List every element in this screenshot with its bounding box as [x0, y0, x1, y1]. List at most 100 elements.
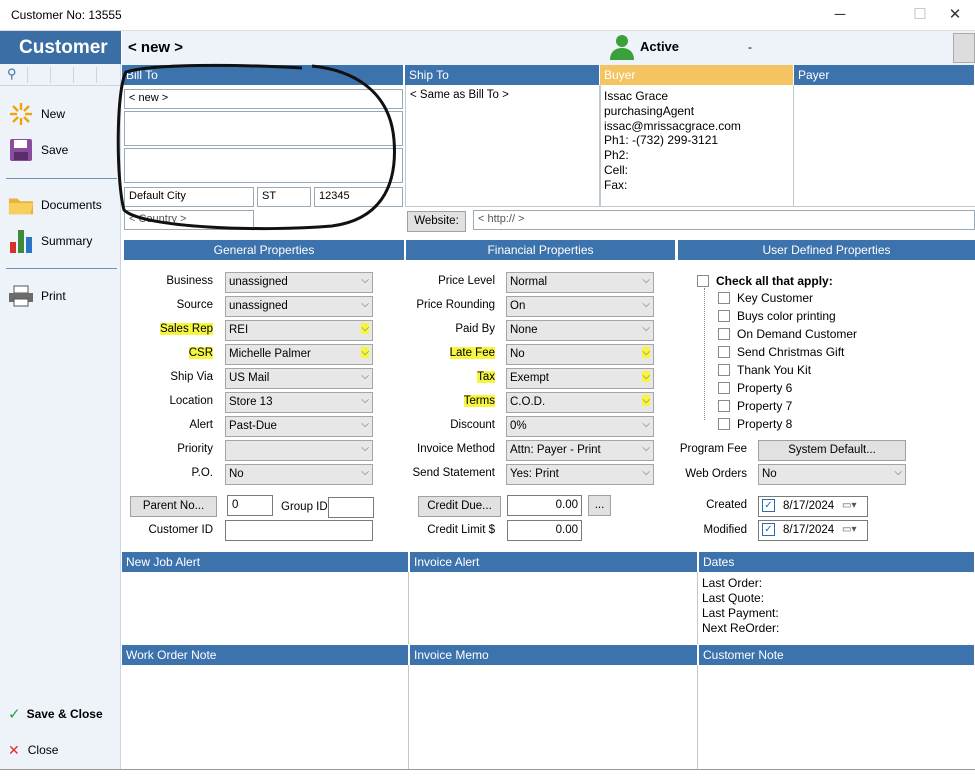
- udp-checkbox[interactable]: [718, 418, 730, 430]
- paid-by-label: Paid By: [455, 323, 495, 335]
- udp-checkbox[interactable]: [718, 400, 730, 412]
- close-window-button[interactable]: ✕: [940, 4, 970, 26]
- flag-icon[interactable]: [953, 33, 975, 63]
- search-icon[interactable]: ⚲: [7, 66, 17, 82]
- udp-checkbox[interactable]: [718, 292, 730, 304]
- print-button[interactable]: Print: [8, 283, 66, 309]
- calendar-icon[interactable]: ▭▾: [842, 524, 856, 535]
- close-label: Close: [27, 743, 59, 757]
- created-label: Created: [706, 499, 747, 511]
- tax-select[interactable]: Exempt ⌵: [506, 368, 654, 389]
- udp-checkbox[interactable]: [718, 346, 730, 358]
- check-all-checkbox[interactable]: [697, 275, 709, 287]
- udp-label: Thank You Kit: [737, 363, 812, 377]
- buyer-line: Issac Grace: [604, 89, 669, 103]
- close-button[interactable]: ✕ Close: [8, 737, 58, 763]
- invoice-alert-text[interactable]: [410, 572, 698, 644]
- credit-due-button[interactable]: Credit Due...: [418, 496, 501, 517]
- next-reorder-label: Next ReOrder:: [702, 621, 780, 635]
- summary-button[interactable]: Summary: [8, 228, 92, 254]
- minimize-button[interactable]: ─: [825, 4, 855, 26]
- price-level-label: Price Level: [438, 275, 495, 287]
- buyer-details[interactable]: Issac Grace purchasingAgent issac@mrissa…: [604, 89, 741, 193]
- parent-no-input[interactable]: 0: [227, 495, 273, 516]
- price-rounding-select[interactable]: On ⌵: [506, 296, 654, 317]
- buyer-line: Ph1: -(732) 299-3121: [604, 133, 719, 148]
- chevron-down-icon: ⌵: [642, 419, 650, 430]
- po-select[interactable]: No ⌵: [225, 464, 373, 485]
- udp-checkbox[interactable]: [718, 364, 730, 376]
- user-defined-properties-header: User Defined Properties: [678, 240, 975, 260]
- terms-select[interactable]: C.O.D. ⌵: [506, 392, 654, 413]
- save-close-button[interactable]: ✓ Save & Close: [8, 701, 103, 727]
- csr-select[interactable]: Michelle Palmer ⌵: [225, 344, 373, 365]
- documents-button[interactable]: Documents: [8, 192, 102, 218]
- send-statement-label: Send Statement: [412, 467, 495, 479]
- customer-id-input[interactable]: [225, 520, 373, 541]
- sidebar-search-row: ⚲: [0, 64, 121, 86]
- web-orders-label: Web Orders: [685, 468, 747, 480]
- business-select[interactable]: unassigned ⌵: [225, 272, 373, 293]
- credit-due-ellipsis-button[interactable]: ...: [588, 495, 611, 516]
- folder-icon: [8, 193, 34, 217]
- chevron-down-icon: ⌵: [642, 443, 650, 454]
- group-id-input[interactable]: [328, 497, 374, 518]
- website-input[interactable]: < http:// >: [473, 210, 975, 230]
- ship-via-select[interactable]: US Mail ⌵: [225, 368, 373, 389]
- general-properties-header: General Properties: [124, 240, 404, 260]
- status-extra: -: [748, 40, 752, 54]
- buyer-line: Ph2:: [604, 148, 629, 163]
- invoice-method-label: Invoice Method: [417, 443, 495, 455]
- late-fee-select[interactable]: No ⌵: [506, 344, 654, 365]
- priority-select[interactable]: ⌵: [225, 440, 373, 461]
- tax-label: Tax: [477, 371, 495, 383]
- checkmark-icon: ✓: [8, 706, 21, 723]
- background-window-strip: [0, 769, 975, 779]
- chevron-down-icon: ⌵: [642, 347, 650, 358]
- udp-checkbox[interactable]: [718, 310, 730, 322]
- ship-to-text[interactable]: < Same as Bill To >: [410, 89, 509, 101]
- program-fee-label: Program Fee: [679, 443, 747, 455]
- sidebar-divider: [6, 268, 117, 269]
- source-select[interactable]: unassigned ⌵: [225, 296, 373, 317]
- customer-note-text[interactable]: [699, 665, 975, 769]
- new-job-alert-text[interactable]: [122, 572, 409, 644]
- location-select[interactable]: Store 13 ⌵: [225, 392, 373, 413]
- created-checkbox[interactable]: ✓: [762, 499, 775, 512]
- sidebar-divider: [6, 178, 117, 179]
- chevron-down-icon: ⌵: [642, 371, 650, 382]
- chevron-down-icon: ⌵: [642, 323, 650, 334]
- invoice-method-select[interactable]: Attn: Payer - Print ⌵: [506, 440, 654, 461]
- paid-by-select[interactable]: None ⌵: [506, 320, 654, 341]
- work-order-note-text[interactable]: [122, 665, 409, 769]
- chevron-down-icon: ⌵: [361, 419, 369, 430]
- program-fee-button[interactable]: System Default...: [758, 440, 906, 461]
- web-orders-select[interactable]: No ⌵: [758, 464, 906, 485]
- credit-limit-input[interactable]: 0.00: [507, 520, 582, 541]
- tree-line: [704, 288, 705, 420]
- price-level-select[interactable]: Normal ⌵: [506, 272, 654, 293]
- credit-due-input[interactable]: 0.00: [507, 495, 582, 516]
- chevron-down-icon: ⌵: [642, 395, 650, 406]
- maximize-button[interactable]: ☐: [905, 4, 935, 26]
- udp-checkbox[interactable]: [718, 328, 730, 340]
- modified-checkbox[interactable]: ✓: [762, 523, 775, 536]
- record-name: < new >: [128, 39, 184, 56]
- send-statement-select[interactable]: Yes: Print ⌵: [506, 464, 654, 485]
- invoice-memo-text[interactable]: [410, 665, 698, 769]
- save-button[interactable]: Save: [8, 137, 68, 163]
- calendar-icon[interactable]: ▭▾: [842, 500, 856, 511]
- alert-select[interactable]: Past-Due ⌵: [225, 416, 373, 437]
- sales-rep-select[interactable]: REI ⌵: [225, 320, 373, 341]
- ship-via-label: Ship Via: [170, 371, 213, 383]
- discount-select[interactable]: 0% ⌵: [506, 416, 654, 437]
- parent-no-button[interactable]: Parent No...: [130, 496, 217, 517]
- annotation-circle: [116, 63, 396, 231]
- udp-checkbox[interactable]: [718, 382, 730, 394]
- modified-label: Modified: [703, 524, 747, 536]
- payer-panel[interactable]: [794, 85, 975, 207]
- website-button[interactable]: Website:: [407, 211, 466, 232]
- chevron-down-icon: ⌵: [642, 467, 650, 478]
- new-button[interactable]: New: [8, 101, 65, 127]
- customer-id-label: Customer ID: [148, 524, 213, 536]
